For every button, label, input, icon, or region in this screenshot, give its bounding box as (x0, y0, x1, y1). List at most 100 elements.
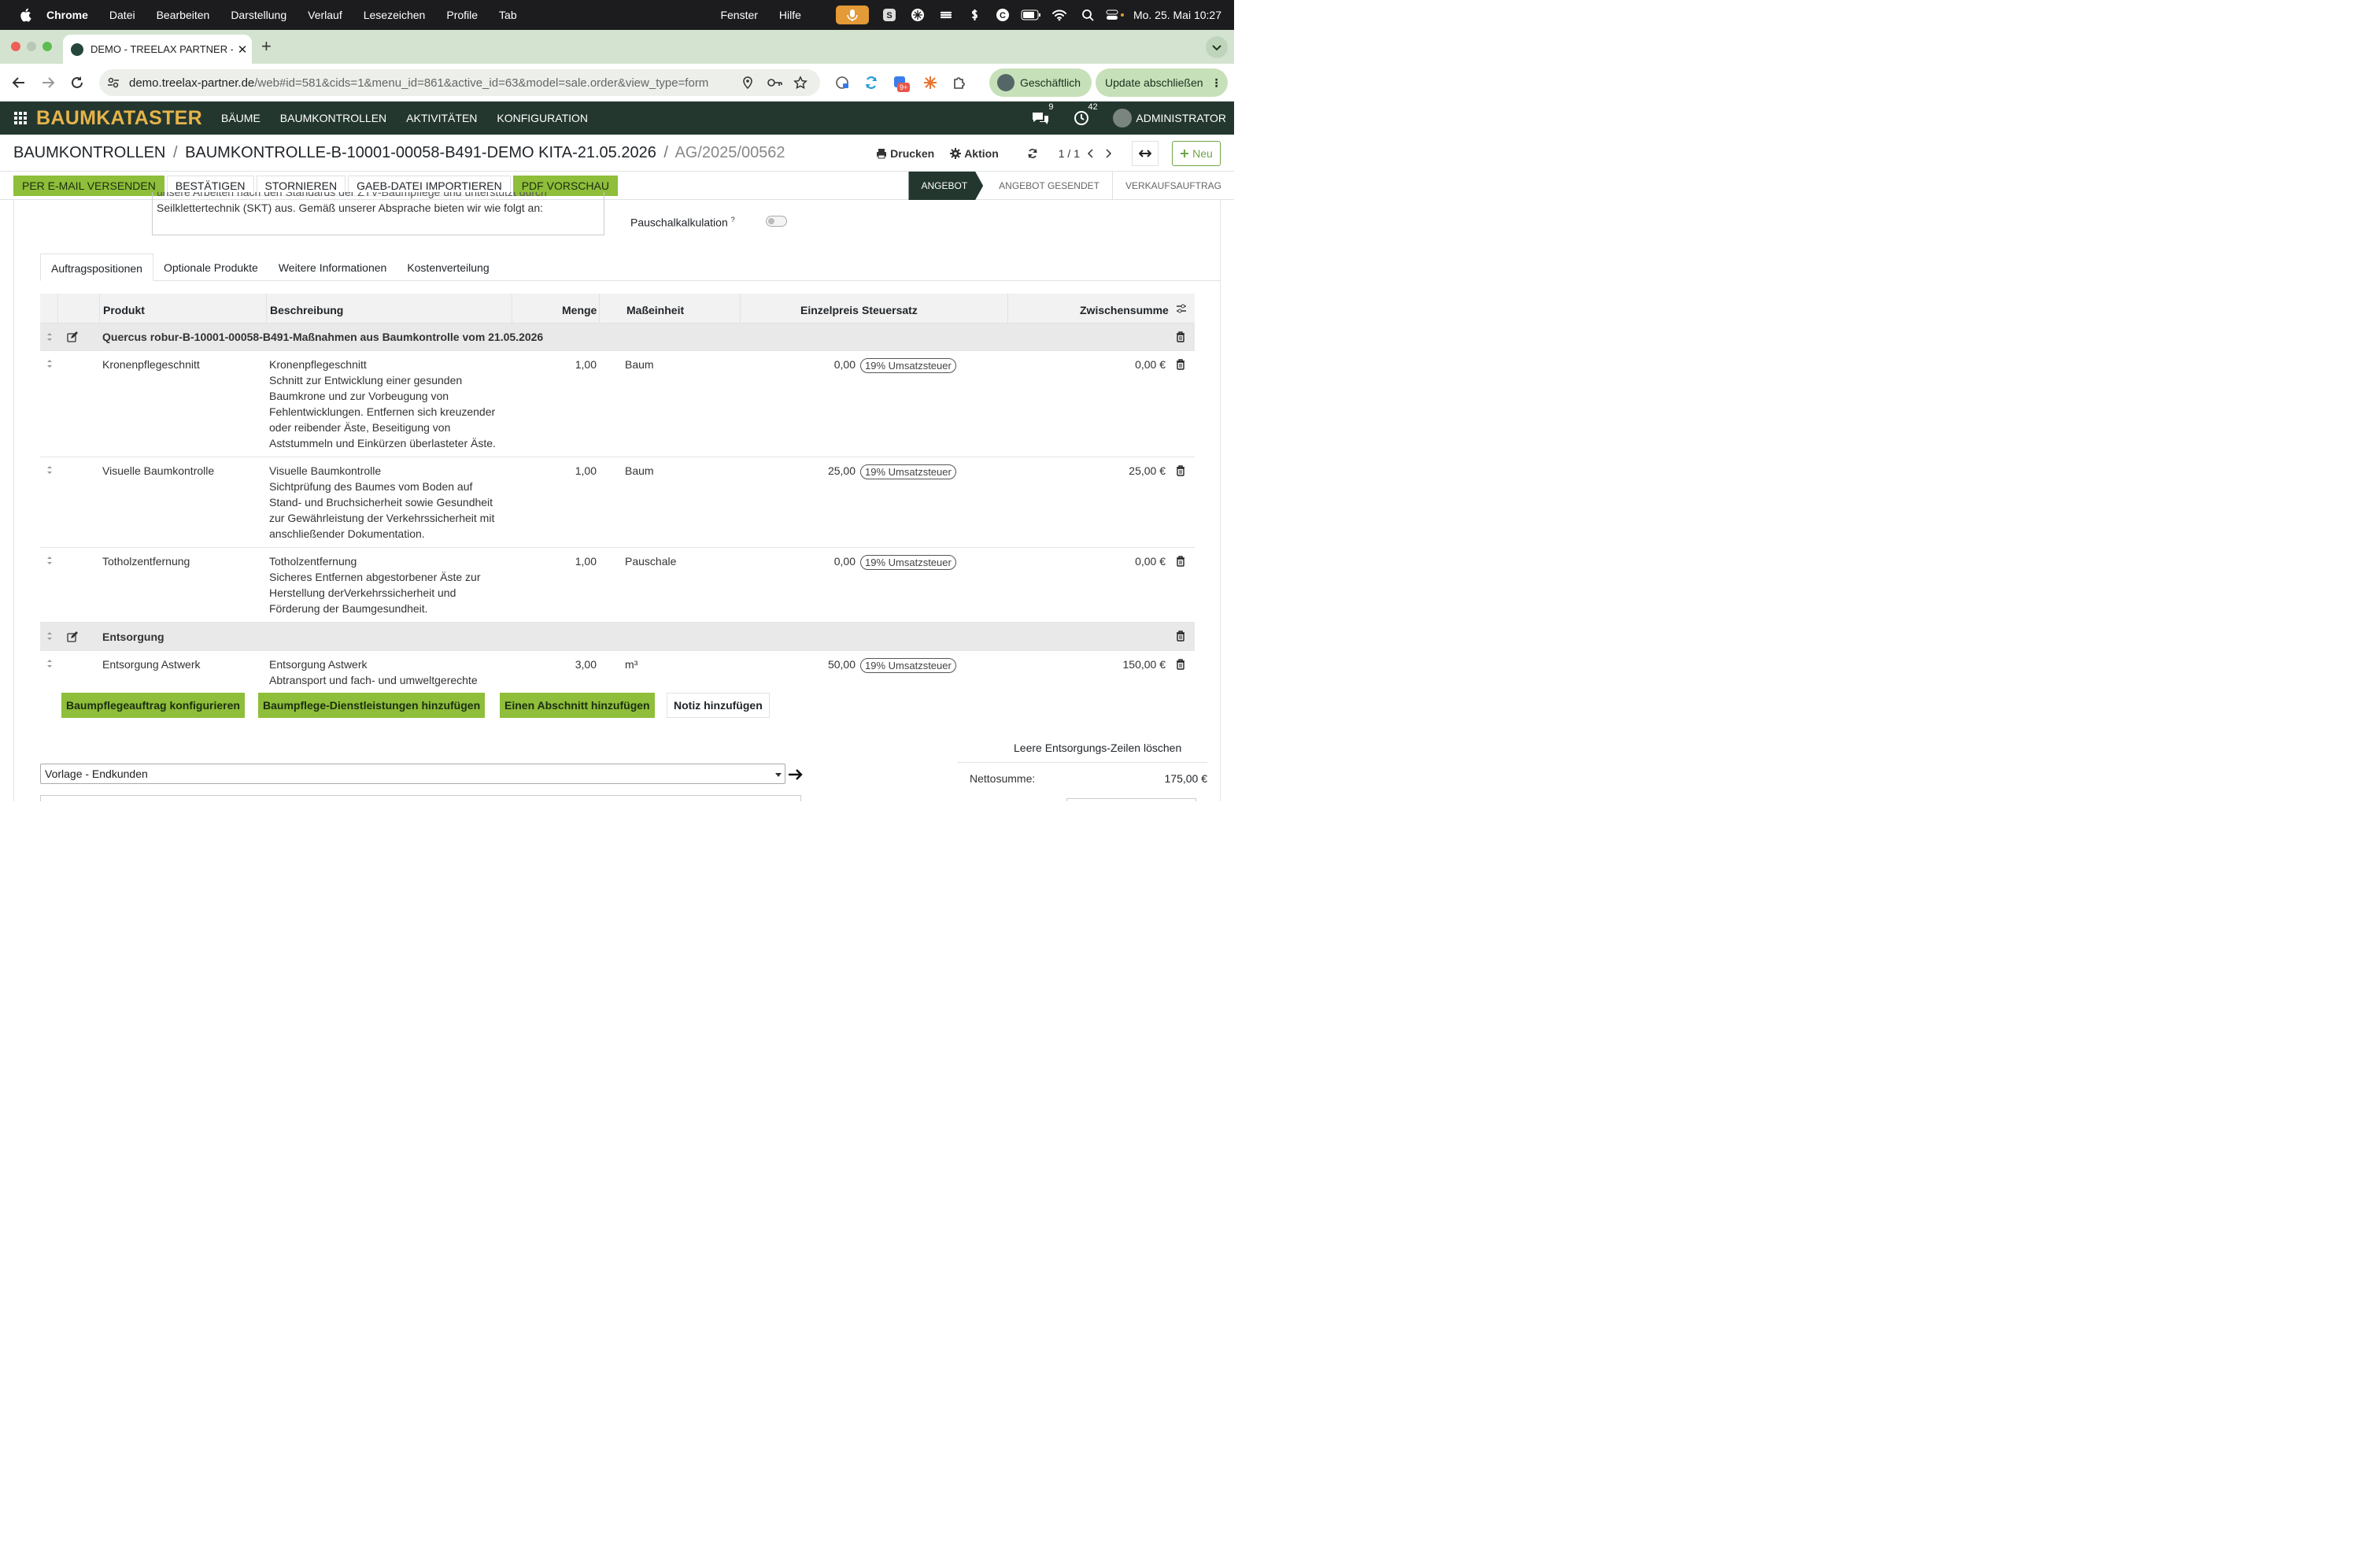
skype-icon[interactable]: S (875, 5, 904, 25)
drag-handle-icon[interactable] (44, 358, 55, 369)
apps-grid-icon[interactable] (14, 112, 27, 124)
kebab-menu-icon[interactable]: ⋮ (1211, 76, 1222, 90)
control-center-icon[interactable] (1102, 5, 1130, 25)
line-product[interactable]: Kronenpflegeschnitt (102, 357, 200, 372)
site-info-icon[interactable] (107, 76, 120, 89)
menu-tab[interactable]: Tab (499, 9, 517, 21)
app-brand[interactable]: BAUMKATASTER (36, 107, 202, 130)
tab-order-lines[interactable]: Auftragspositionen (40, 253, 153, 281)
search-icon[interactable] (1074, 5, 1102, 25)
extension-burst-icon[interactable] (922, 75, 938, 91)
stage-angebot[interactable]: ANGEBOT (908, 172, 983, 200)
send-email-button[interactable]: PER E-MAIL VERSENDEN (13, 175, 164, 196)
tab-other-info[interactable]: Weitere Informationen (268, 253, 397, 280)
line-product[interactable]: Totholzentfernung (102, 553, 190, 569)
line-uom[interactable]: Baum (625, 357, 654, 372)
arrow-right-icon[interactable] (788, 768, 804, 781)
menu-app-name[interactable]: Chrome (46, 9, 88, 21)
line-description[interactable]: Visuelle Baumkontrolle Sichtprüfung des … (269, 463, 494, 542)
drag-handle-icon[interactable] (44, 631, 55, 642)
line-description[interactable]: Kronenpflegeschnitt Schnitt zur Entwickl… (269, 357, 496, 451)
breadcrumb-parent[interactable]: BAUMKONTROLLE-B-10001-00058-B491-DEMO KI… (185, 144, 656, 161)
update-button[interactable]: Update abschließen ⋮ (1096, 68, 1228, 97)
forward-icon[interactable] (40, 75, 56, 91)
line-unit-price[interactable]: 50,00 (828, 656, 856, 672)
c-icon[interactable]: C (989, 5, 1017, 25)
order-description-field[interactable]: unsere Arbeiten nach den Standards der Z… (152, 192, 604, 235)
stack-icon[interactable] (932, 5, 960, 25)
profile-button[interactable]: Geschäftlich (989, 68, 1092, 97)
menu-fenster[interactable]: Fenster (720, 9, 757, 21)
col-unit-price[interactable]: Einzelpreis (800, 304, 859, 316)
trash-icon[interactable] (1175, 556, 1186, 567)
address-bar[interactable]: demo.treelax-partner.de/web#id=581&cids=… (99, 69, 820, 96)
table-row[interactable]: Entsorgung Astwerk Entsorgung Astwerk Ab… (40, 651, 1195, 689)
line-description[interactable]: Entsorgung Astwerk Abtransport und fach-… (269, 656, 478, 688)
line-quantity[interactable]: 1,00 (575, 463, 597, 479)
extension-sync-icon[interactable] (863, 75, 879, 91)
trash-icon[interactable] (1175, 465, 1186, 476)
stage-angebot-gesendet[interactable]: ANGEBOT GESENDET (986, 172, 1113, 200)
table-row[interactable]: Visuelle Baumkontrolle Visuelle Baumkont… (40, 457, 1195, 548)
trash-icon[interactable] (1175, 659, 1186, 670)
user-avatar[interactable] (1113, 109, 1133, 128)
trash-icon[interactable] (1175, 359, 1186, 370)
pager-next-icon[interactable] (1103, 148, 1113, 159)
user-name[interactable]: ADMINISTRATOR (1136, 112, 1226, 124)
drag-handle-icon[interactable] (44, 331, 55, 342)
stage-verkaufsauftrag[interactable]: VERKAUFSAUFTRAG (1113, 172, 1234, 200)
help-icon[interactable]: ? (731, 216, 735, 224)
expand-width-button[interactable] (1132, 140, 1159, 166)
menu-lesezeichen[interactable]: Lesezeichen (364, 9, 426, 21)
dollar-icon[interactable] (960, 5, 989, 25)
tab-optional-products[interactable]: Optionale Produkte (153, 253, 268, 280)
line-description[interactable]: Totholzentfernung Sicheres Entfernen abg… (269, 553, 481, 616)
pager-prev-icon[interactable] (1086, 148, 1096, 159)
line-quantity[interactable]: 1,00 (575, 357, 597, 372)
new-button[interactable]: Neu (1172, 140, 1221, 166)
line-unit-price[interactable]: 0,00 (834, 357, 856, 372)
col-product[interactable]: Produkt (103, 304, 145, 316)
add-services-button[interactable]: Baumpflege-Dienstleistungen hinzufügen (258, 693, 486, 718)
add-section-button[interactable]: Einen Abschnitt hinzufügen (500, 693, 655, 718)
col-subtotal[interactable]: Zwischensumme (1080, 304, 1169, 316)
line-product[interactable]: Entsorgung Astwerk (102, 656, 201, 672)
line-product[interactable]: Visuelle Baumkontrolle (102, 463, 214, 479)
edit-icon[interactable] (67, 631, 78, 642)
browser-tab-active[interactable]: DEMO - TREELAX PARTNER - ✕ (63, 35, 252, 64)
wifi-icon[interactable] (1045, 5, 1074, 25)
drag-handle-icon[interactable] (44, 658, 55, 669)
perplexity-icon[interactable] (904, 5, 932, 25)
pager-value[interactable]: 1 / 1 (1059, 147, 1080, 160)
nav-item-baumkontrollen[interactable]: BAUMKONTROLLEN (280, 112, 386, 124)
table-row[interactable]: Kronenpflegeschnitt Kronenpflegeschnitt … (40, 351, 1195, 457)
back-icon[interactable] (11, 75, 27, 91)
line-unit-price[interactable]: 0,00 (834, 553, 856, 569)
menu-bearbeiten[interactable]: Bearbeiten (157, 9, 210, 21)
new-tab-icon[interactable]: + (261, 36, 277, 56)
add-note-button[interactable]: Notiz hinzufügen (667, 693, 770, 718)
minimize-window-button[interactable] (27, 42, 36, 51)
nav-item-aktivitaeten[interactable]: AKTIVITÄTEN (406, 112, 477, 124)
template-select[interactable]: Vorlage - Endkunden (40, 764, 785, 784)
col-uom[interactable]: Maßeinheit (626, 304, 684, 316)
col-tax[interactable]: Steuersatz (862, 304, 918, 316)
tax-badge[interactable]: 19% Umsatzsteuer (860, 358, 956, 373)
column-settings-icon[interactable] (1176, 303, 1187, 314)
location-icon[interactable] (741, 76, 754, 89)
action-button[interactable]: Aktion (950, 147, 999, 160)
menu-darstellung[interactable]: Darstellung (231, 9, 286, 21)
line-unit-price[interactable]: 25,00 (828, 463, 856, 479)
close-tab-icon[interactable]: ✕ (233, 43, 252, 57)
nav-item-konfiguration[interactable]: KONFIGURATION (497, 112, 588, 124)
line-uom[interactable]: m³ (625, 656, 638, 672)
line-quantity[interactable]: 1,00 (575, 553, 597, 569)
line-uom[interactable]: Pauschale (625, 553, 676, 569)
drag-handle-icon[interactable] (44, 464, 55, 475)
nav-item-baeume[interactable]: BÄUME (221, 112, 261, 124)
bookmark-star-icon[interactable] (793, 76, 808, 90)
messages-button[interactable]: 9 (1031, 102, 1055, 126)
terms-field[interactable] (40, 795, 801, 801)
edit-icon[interactable] (67, 331, 78, 342)
tab-search-button[interactable] (1206, 36, 1228, 58)
